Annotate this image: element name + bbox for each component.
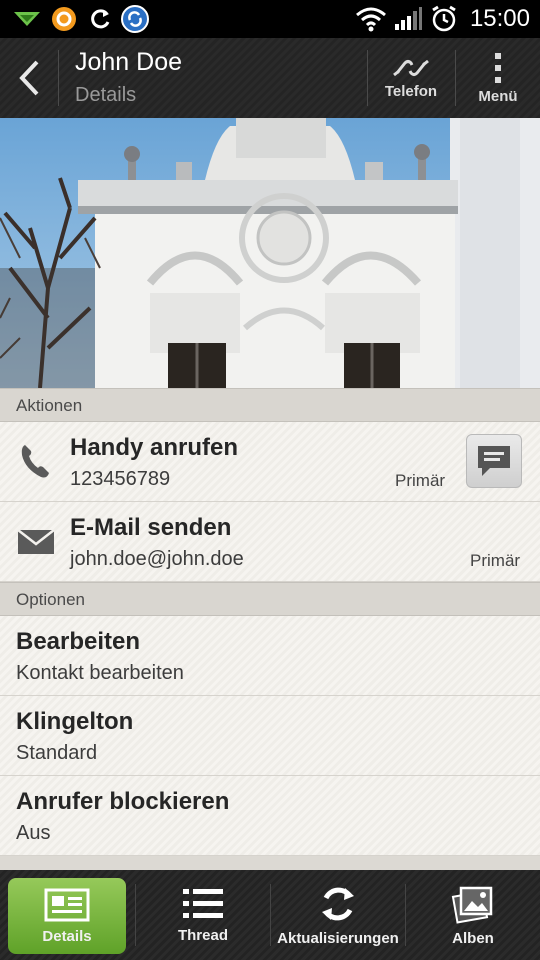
action-bar: John Doe Details Telefon Menü (0, 38, 540, 118)
contact-name-title: John Doe (75, 48, 183, 76)
phone-number: 123456789 (70, 468, 171, 490)
status-time: 15:00 (469, 5, 530, 32)
contact-photo-image (0, 118, 540, 388)
tab-albums[interactable]: Alben (406, 870, 540, 960)
edit-subtitle: Kontakt bearbeiten (16, 662, 184, 684)
back-button[interactable] (0, 38, 58, 118)
block-caller-row[interactable]: Anrufer blockieren Aus (0, 776, 540, 856)
download-arrow-icon (10, 6, 44, 32)
tab-thread[interactable]: Thread (136, 870, 270, 960)
tab-updates[interactable]: Aktualisierungen (271, 870, 405, 960)
primary-tag: Primär (395, 471, 446, 490)
contact-photo[interactable] (0, 118, 540, 388)
options-section-header: Optionen (0, 582, 540, 616)
ringtone-value: Standard (16, 742, 98, 764)
actions-header-label: Aktionen (16, 396, 83, 415)
tab-albums-label: Alben (452, 929, 494, 947)
list-icon (183, 888, 223, 918)
ringtone-title: Klingelton (16, 708, 134, 735)
menu-button[interactable]: Menü (456, 38, 540, 118)
overflow-menu-icon (495, 52, 501, 83)
block-caller-value: Aus (16, 822, 51, 844)
tab-details-label: Details (42, 927, 92, 945)
menu-label: Menü (478, 87, 518, 105)
options-header-label: Optionen (16, 590, 85, 609)
edit-title: Bearbeiten (16, 628, 141, 655)
list-end-divider (0, 856, 540, 870)
status-bar: 15:00 (0, 0, 540, 38)
orange-app-icon (50, 6, 78, 32)
telefon-label: Telefon (384, 82, 438, 100)
block-caller-title: Anrufer blockieren (16, 788, 230, 815)
primary-tag: Primär (470, 551, 521, 570)
alarm-clock-icon (428, 5, 460, 32)
link-icon (393, 59, 429, 76)
message-bubble-icon (478, 446, 510, 476)
email-address: john.doe@john.doe (70, 548, 244, 570)
actions-section-header: Aktionen (0, 388, 540, 422)
ringtone-row[interactable]: Klingelton Standard (0, 696, 540, 776)
bottom-tab-bar: Details Thread Aktualisierungen Alben (0, 870, 540, 960)
tab-details[interactable]: Details (8, 878, 126, 954)
send-email-title: E-Mail senden (70, 514, 232, 541)
photo-album-icon (451, 886, 493, 924)
send-message-button[interactable] (466, 434, 522, 488)
refresh-icon (322, 887, 354, 920)
phone-icon (14, 440, 56, 482)
call-mobile-title: Handy anrufen (70, 434, 239, 461)
edit-contact-row[interactable]: Bearbeiten Kontakt bearbeiten (0, 616, 540, 696)
blue-app-icon (120, 5, 150, 33)
wifi-icon (354, 6, 388, 32)
sync-icon (86, 6, 114, 32)
page-subtitle: Details (75, 84, 137, 106)
send-email-row[interactable]: E-Mail senden john.doe@john.doe Primär (0, 502, 540, 582)
call-mobile-row[interactable]: Handy anrufen 123456789 Primär (0, 422, 540, 502)
tab-thread-label: Thread (177, 926, 228, 944)
telefon-button[interactable]: Telefon (368, 38, 454, 118)
signal-icon (392, 6, 424, 32)
envelope-icon (14, 522, 58, 562)
back-chevron-icon (19, 60, 39, 96)
contact-card-icon (44, 888, 90, 921)
tab-updates-label: Aktualisierungen (277, 929, 399, 947)
